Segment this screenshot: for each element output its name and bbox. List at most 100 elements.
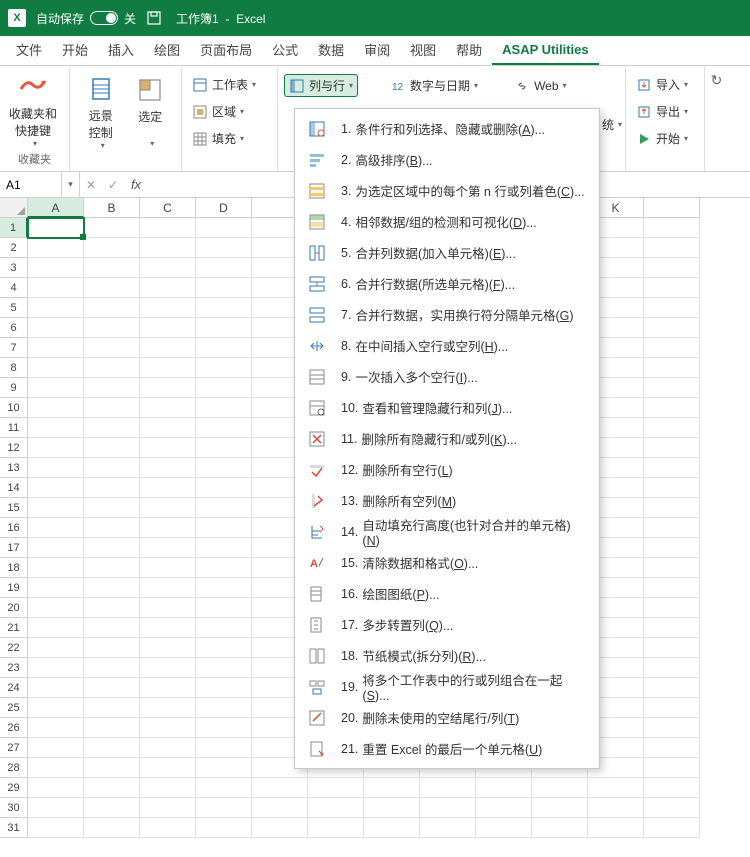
cell[interactable] xyxy=(28,738,84,758)
cell[interactable] xyxy=(252,778,308,798)
row-header[interactable]: 3 xyxy=(0,258,28,278)
cell[interactable] xyxy=(84,258,140,278)
cell[interactable] xyxy=(196,478,252,498)
tab-insert[interactable]: 插入 xyxy=(98,34,144,65)
row-header[interactable]: 22 xyxy=(0,638,28,658)
menu-item-21[interactable]: 21. 重置 Excel 的最后一个单元格(U) xyxy=(295,733,599,764)
cell[interactable] xyxy=(28,358,84,378)
cell[interactable] xyxy=(196,278,252,298)
tab-layout[interactable]: 页面布局 xyxy=(190,34,262,65)
cell[interactable] xyxy=(644,558,700,578)
row-header[interactable]: 2 xyxy=(0,238,28,258)
select-button[interactable]: 选定 xyxy=(126,70,176,152)
menu-item-15[interactable]: A15. 清除数据和格式(O)... xyxy=(295,547,599,578)
cell[interactable] xyxy=(644,438,700,458)
cell[interactable] xyxy=(140,278,196,298)
sheets-button[interactable]: 工作表 xyxy=(188,74,271,95)
tab-view[interactable]: 视图 xyxy=(400,34,446,65)
cell[interactable] xyxy=(84,298,140,318)
tab-review[interactable]: 审阅 xyxy=(354,34,400,65)
cell[interactable] xyxy=(28,258,84,278)
cell[interactable] xyxy=(140,718,196,738)
cell[interactable] xyxy=(84,318,140,338)
row-header[interactable]: 12 xyxy=(0,438,28,458)
cell[interactable] xyxy=(644,538,700,558)
menu-item-20[interactable]: 20. 删除未使用的空结尾行/列(T) xyxy=(295,702,599,733)
cell[interactable] xyxy=(644,378,700,398)
cell[interactable] xyxy=(28,778,84,798)
cell[interactable] xyxy=(28,338,84,358)
cell[interactable] xyxy=(28,278,84,298)
cell[interactable] xyxy=(644,618,700,638)
cell[interactable] xyxy=(644,418,700,438)
cell[interactable] xyxy=(28,538,84,558)
cell[interactable] xyxy=(140,298,196,318)
col-header[interactable]: C xyxy=(140,198,196,218)
cell[interactable] xyxy=(84,378,140,398)
cell[interactable] xyxy=(140,258,196,278)
row-header[interactable]: 19 xyxy=(0,578,28,598)
menu-item-5[interactable]: 5. 合并列数据(加入单元格)(E)... xyxy=(295,237,599,268)
cell[interactable] xyxy=(196,578,252,598)
cell[interactable] xyxy=(84,718,140,738)
cell[interactable] xyxy=(84,778,140,798)
cell[interactable] xyxy=(140,578,196,598)
menu-item-4[interactable]: 4. 相邻数据/组的检测和可视化(D)... xyxy=(295,206,599,237)
cols-rows-button[interactable]: 列与行 xyxy=(284,74,358,97)
cell[interactable] xyxy=(196,358,252,378)
cell[interactable] xyxy=(196,378,252,398)
system-button[interactable]: 统 xyxy=(598,114,619,135)
cell[interactable] xyxy=(28,758,84,778)
cell[interactable] xyxy=(644,358,700,378)
cell[interactable] xyxy=(140,618,196,638)
export-button[interactable]: 导出 xyxy=(632,101,698,122)
row-header[interactable]: 1 xyxy=(0,218,28,238)
cell[interactable] xyxy=(644,738,700,758)
cell[interactable] xyxy=(84,238,140,258)
cell[interactable] xyxy=(28,658,84,678)
row-header[interactable]: 16 xyxy=(0,518,28,538)
fx-icon[interactable]: fx xyxy=(124,172,148,197)
cell[interactable] xyxy=(140,418,196,438)
cell[interactable] xyxy=(84,738,140,758)
menu-item-17[interactable]: 17. 多步转置列(Q)... xyxy=(295,609,599,640)
cell[interactable] xyxy=(644,498,700,518)
cell[interactable] xyxy=(140,338,196,358)
cell[interactable] xyxy=(28,698,84,718)
cell[interactable] xyxy=(196,538,252,558)
cell[interactable] xyxy=(196,678,252,698)
cell[interactable] xyxy=(588,798,644,818)
menu-item-8[interactable]: 8. 在中间插入空行或空列(H)... xyxy=(295,330,599,361)
cell[interactable] xyxy=(84,458,140,478)
row-header[interactable]: 8 xyxy=(0,358,28,378)
cell[interactable] xyxy=(196,558,252,578)
cell[interactable] xyxy=(140,658,196,678)
cell[interactable] xyxy=(84,418,140,438)
row-header[interactable]: 17 xyxy=(0,538,28,558)
tab-asap-utilities[interactable]: ASAP Utilities xyxy=(492,36,598,65)
cell[interactable] xyxy=(196,698,252,718)
cell[interactable] xyxy=(140,358,196,378)
start-button[interactable]: 开始 xyxy=(632,128,698,149)
tab-data[interactable]: 数据 xyxy=(308,34,354,65)
cell[interactable] xyxy=(28,478,84,498)
ribbon-overflow-icon[interactable]: ↻ xyxy=(711,72,723,89)
cell[interactable] xyxy=(140,238,196,258)
cell[interactable] xyxy=(196,438,252,458)
cell[interactable] xyxy=(644,638,700,658)
col-header[interactable]: D xyxy=(196,198,252,218)
cell[interactable] xyxy=(28,818,84,838)
cell[interactable] xyxy=(84,338,140,358)
cell[interactable] xyxy=(84,618,140,638)
menu-item-11[interactable]: 11. 删除所有隐藏行和/或列(K)... xyxy=(295,423,599,454)
menu-item-14[interactable]: 14. 自动填充行高度(也针对合并的单元格)(N) xyxy=(295,516,599,547)
menu-item-16[interactable]: 16. 绘图图纸(P)... xyxy=(295,578,599,609)
cell[interactable] xyxy=(84,678,140,698)
row-header[interactable]: 15 xyxy=(0,498,28,518)
menu-item-18[interactable]: 18. 节纸模式(拆分列)(R)... xyxy=(295,640,599,671)
row-header[interactable]: 20 xyxy=(0,598,28,618)
cell[interactable] xyxy=(196,318,252,338)
cell[interactable] xyxy=(644,278,700,298)
row-header[interactable]: 31 xyxy=(0,818,28,838)
accept-formula-icon[interactable]: ✓ xyxy=(102,172,124,197)
